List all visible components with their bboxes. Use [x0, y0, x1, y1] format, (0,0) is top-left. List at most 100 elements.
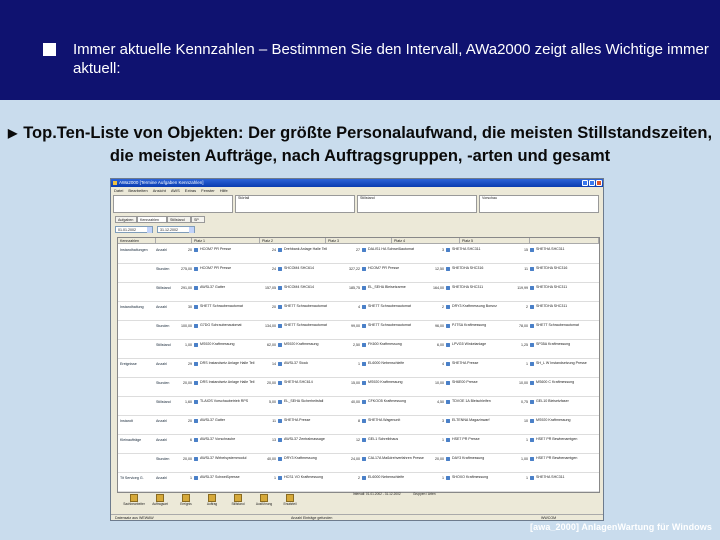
- cell-object-name[interactable]: DALIS1 HA Schweißautomat: [368, 247, 426, 261]
- cell-object-name[interactable]: SHE7HA SHC311: [536, 247, 594, 261]
- cell-object-name[interactable]: SHE7HA SHC311: [452, 247, 510, 261]
- menu-item-1[interactable]: Bearbeiten: [128, 188, 147, 193]
- cell-object-name[interactable]: GEL1 Schreibhaus: [368, 437, 426, 451]
- cell-object-name[interactable]: SHE7HA Presse: [284, 418, 342, 432]
- tab-aufgaben[interactable]: Aufgaben: [115, 216, 137, 223]
- column-header[interactable]: Kennzahlen: [118, 238, 156, 244]
- toolbar-button[interactable]: Ersatzteil: [281, 493, 299, 511]
- cell-object-name[interactable]: SHE7DHA SHC311: [536, 304, 594, 318]
- cell-object-name[interactable]: LPVG5 Winkelanlage: [452, 342, 510, 356]
- cell-object-name[interactable]: TLAIOS Vorschaubetrieb RPS: [200, 399, 258, 413]
- cell-object-name[interactable]: SHOXO Kraftmessung: [452, 475, 510, 489]
- cell-object-name[interactable]: EL6000 Nebenschleife: [368, 475, 426, 489]
- cell-object-name[interactable]: SHE7DHA SHC311: [452, 285, 510, 299]
- cell-object-name[interactable]: AWSL37 Schweißpresse: [200, 475, 258, 489]
- menu-item-4[interactable]: Extras: [185, 188, 196, 193]
- cell-object-name[interactable]: AWSL37 Zentralmassage: [284, 437, 342, 451]
- cell-object-name[interactable]: MS920 Kraftmessung: [368, 380, 426, 394]
- tab-kennzahlen[interactable]: Kennzahlen: [137, 216, 167, 223]
- table-row[interactable]: Stunden 20,00 AWSL37 Wirbelsystemmodul 40,0…: [118, 454, 599, 473]
- menu-item-3[interactable]: AWS: [171, 188, 180, 193]
- column-header[interactable]: Platz 2: [260, 238, 326, 244]
- cell-object-name[interactable]: MS920 Kraftmessung: [284, 342, 342, 356]
- cell-object-name[interactable]: SHE7DHA SHC316: [536, 266, 594, 280]
- cell-object-name[interactable]: AWSL37 Gatter: [200, 285, 258, 299]
- cell-object-name[interactable]: SHE7DHA SHC311: [536, 285, 594, 299]
- cell-object-name[interactable]: SHCOM4 SHC614: [284, 266, 342, 280]
- cell-object-name[interactable]: DRY3 Kraftmessung: [284, 456, 342, 470]
- table-row[interactable]: Tit Serviceg G. Anzahl 1 AWSL37 Schweißpres…: [118, 473, 599, 492]
- cell-object-name[interactable]: SH6E00 Presse: [452, 380, 510, 394]
- cell-object-name[interactable]: HSE7 PR Bewbenamtgen: [536, 456, 594, 470]
- cell-object-name[interactable]: SHE7T Schraubenautomat: [368, 304, 426, 318]
- cell-object-name[interactable]: EL6000 Nebenschleife: [368, 361, 426, 375]
- cell-object-name[interactable]: MS920 Kraftmessung: [536, 418, 594, 432]
- table-row[interactable]: Instandhaltungen Anzahl 20 HCOM7 PR Presse 2…: [118, 245, 599, 264]
- cell-object-name[interactable]: HSE7 PR Bewbenamtgen: [536, 437, 594, 451]
- table-row[interactable]: Instandt Anzahl 20 AWSL37 Gatter 11 SHE7HA Pr…: [118, 416, 599, 435]
- minimize-button[interactable]: [582, 180, 588, 186]
- cell-object-name[interactable]: EL_SEHA Sicherheitsfall: [284, 399, 342, 413]
- menu-item-5[interactable]: Fenster: [201, 188, 215, 193]
- cell-object-name[interactable]: Drehbank Anlage Halle Teil: [284, 247, 342, 261]
- table-row[interactable]: Stunden 100,00 G7DG Schraubenautomat 134,00…: [118, 321, 599, 340]
- toolbar-button[interactable]: Auftragsart: [151, 493, 169, 511]
- cell-object-name[interactable]: SHE7T Schraubenautomat: [200, 304, 258, 318]
- cell-object-name[interactable]: HCOM7 PR Presse: [368, 266, 426, 280]
- menu-item-6[interactable]: Hilfe: [220, 188, 228, 193]
- date-from-select[interactable]: 01.01.2002: [115, 226, 153, 233]
- cell-object-name[interactable]: SHE7HA SHC311: [536, 475, 594, 489]
- table-row[interactable]: Ereignisse Anzahl 29 DRS Instandsetz Anlage…: [118, 359, 599, 378]
- cell-object-name[interactable]: G7DG Schraubenautomat: [200, 323, 258, 337]
- cell-object-name[interactable]: DRS Instandsetz Anlage Halle Teil: [200, 361, 258, 375]
- cell-object-name[interactable]: CFKOO5 Kraftmessung: [368, 399, 426, 413]
- menu-item-0[interactable]: Datei: [114, 188, 123, 193]
- cell-object-name[interactable]: AWSL37 Gatter: [200, 418, 258, 432]
- cell-object-name[interactable]: SHE7HA Presse: [452, 361, 510, 375]
- cell-object-name[interactable]: FK600 Kraftmessung: [368, 342, 426, 356]
- column-header[interactable]: [156, 238, 192, 244]
- table-row[interactable]: Stunden 275,00 HCOM7 PR Presse 24 SHCOM4 SHC…: [118, 264, 599, 283]
- cell-object-name[interactable]: AWSL37 Stock: [284, 361, 342, 375]
- table-row[interactable]: Stunden 20,00 DRS Instandsetz Anlage Halle…: [118, 378, 599, 397]
- toolbar-button[interactable]: Ereignis: [177, 493, 195, 511]
- cell-object-name[interactable]: SHE7HA Wagenunit: [368, 418, 426, 432]
- cell-object-name[interactable]: CAL17A Maßdrehverfahren Presse: [368, 456, 426, 470]
- column-header[interactable]: Platz 3: [326, 238, 392, 244]
- cell-object-name[interactable]: MS920 Kraftmessung: [200, 342, 258, 356]
- cell-object-name[interactable]: DRS Instandsetz Anlage Halle Teil: [200, 380, 258, 394]
- cell-object-name[interactable]: EL_SEHA Bleisetzarme: [368, 285, 426, 299]
- cell-object-name[interactable]: SHCOM4 SHC614: [284, 285, 342, 299]
- cell-object-name[interactable]: SHE7T Schraubenautomat: [284, 304, 342, 318]
- cell-object-name[interactable]: GEL10 Bleisetzfaser: [536, 399, 594, 413]
- cell-object-name[interactable]: SHE7T Schraubenautomat: [536, 323, 594, 337]
- column-header[interactable]: Platz 1: [192, 238, 260, 244]
- cell-object-name[interactable]: HCOM7 PR Presse: [200, 247, 258, 261]
- cell-object-name[interactable]: SH_L W Instandsetzung Presse: [536, 361, 594, 375]
- cell-object-name[interactable]: MS600 C Kraftmessung: [536, 380, 594, 394]
- cell-object-name[interactable]: DAY3 Kraftmessung: [452, 456, 510, 470]
- cell-object-name[interactable]: SHE7DHA SHC316: [452, 266, 510, 280]
- table-row[interactable]: Stillstand 1,00 MS920 Kraftmessung 62,00 MS9…: [118, 340, 599, 359]
- cell-object-name[interactable]: HCS1 VO Kraftmessung: [284, 475, 342, 489]
- toolbar-button[interactable]: Sachbearbeiter: [123, 493, 145, 511]
- close-button[interactable]: [596, 180, 602, 186]
- toolbar-button[interactable]: Auftrag: [203, 493, 221, 511]
- table-row[interactable]: Instandhaltung Anzahl 30 SHE7T Schraubenaut…: [118, 302, 599, 321]
- cell-object-name[interactable]: TDVOE 1A Bleischleifen: [452, 399, 510, 413]
- cell-object-name[interactable]: HCOM7 PR Presse: [200, 266, 258, 280]
- toolbar-button[interactable]: Stillstand: [229, 493, 247, 511]
- tab-sp[interactable]: SP: [191, 216, 205, 223]
- cell-object-name[interactable]: HSE7 PR Presse: [452, 437, 510, 451]
- cell-object-name[interactable]: SHE7T Schraubenautomat: [368, 323, 426, 337]
- maximize-button[interactable]: [589, 180, 595, 186]
- cell-object-name[interactable]: DRY3 Kraftmessung Borsnz: [452, 304, 510, 318]
- toolbar-button[interactable]: Ausführung: [255, 493, 273, 511]
- cell-object-name[interactable]: SHE7T Schraubenautomat: [284, 323, 342, 337]
- table-row[interactable]: Stillstand 291,00 AWSL37 Gatter 157,05 SHCOM…: [118, 283, 599, 302]
- cell-object-name[interactable]: PJTSA Kraftmessung: [452, 323, 510, 337]
- cell-object-name[interactable]: AWSL37 Vorschraube: [200, 437, 258, 451]
- cell-object-name[interactable]: ELTENNA Magazinwarf: [452, 418, 510, 432]
- date-to-select[interactable]: 31.12.2002: [157, 226, 195, 233]
- column-header[interactable]: Platz 4: [392, 238, 460, 244]
